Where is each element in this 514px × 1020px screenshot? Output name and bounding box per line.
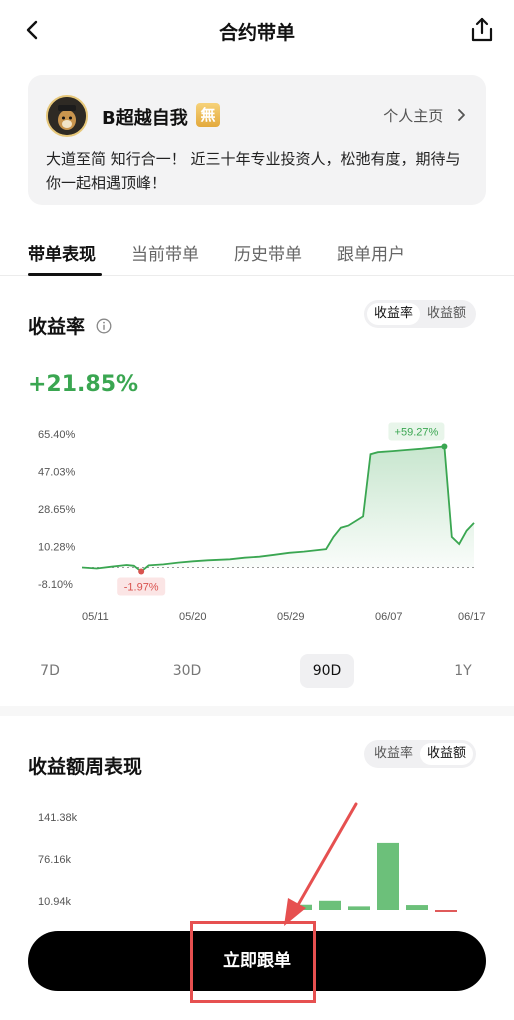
chevron-right-icon — [458, 109, 465, 121]
weekly-profit-title: 收益额周表现 — [28, 756, 143, 778]
y-tick-label: 10.28% — [38, 541, 76, 553]
homepage-link[interactable]: 个人主页 — [383, 105, 468, 126]
min-point-annotation: -1.97% — [117, 568, 166, 596]
max-point-annotation: +59.27% — [388, 422, 448, 450]
y-tick-label: 28.65% — [38, 504, 76, 516]
page-title: 合约带单 — [218, 22, 295, 44]
toggle-return-amount[interactable]: 收益额 — [420, 743, 474, 765]
avatar[interactable] — [46, 95, 88, 137]
trader-bio: 大道至简 知行合一！ 近三十年专业投资人，松弛有度，期待与你一起相遇顶峰！ — [46, 150, 461, 192]
max-point-label: +59.27% — [395, 427, 439, 439]
toggle-return-amount[interactable]: 收益额 — [420, 303, 473, 325]
y-tick-label: 65.40% — [38, 429, 76, 441]
y-tick-label: 47.03% — [38, 466, 76, 478]
x-tick-label: 06/07 — [375, 611, 403, 623]
trader-name: B超越自我 — [102, 108, 188, 129]
returns-metric-toggle: 收益率 收益额 — [364, 300, 477, 328]
trader-profile-card: B超越自我 無 个人主页 大道至简 知行合一！ 近三十年专业投资人，松弛有度，期… — [28, 75, 486, 205]
return-rate-value: +21.85% — [28, 372, 139, 397]
annotation-arrow — [284, 802, 358, 926]
period-30d[interactable]: 30D — [164, 654, 210, 688]
toggle-return-rate[interactable]: 收益率 — [367, 303, 421, 325]
section-divider — [0, 706, 514, 716]
weekly-profit-bar-chart: 141.38k 76.16k 10.94k — [38, 812, 457, 912]
weekly-metric-toggle: 收益率 收益额 — [364, 740, 477, 768]
min-point-label: -1.97% — [124, 581, 159, 593]
bar-y-tick-label: 76.16k — [38, 854, 72, 866]
tab-followers[interactable]: 跟单用户 — [337, 240, 405, 265]
tab-history-orders[interactable]: 历史带单 — [234, 240, 302, 265]
share-icon — [471, 17, 493, 42]
tab-bar: 带单表现 当前带单 历史带单 跟单用户 — [0, 228, 514, 276]
min-point-marker — [138, 568, 145, 575]
tab-current-orders[interactable]: 当前带单 — [131, 240, 199, 265]
x-tick-label: 05/11 — [82, 611, 109, 623]
returns-title: 收益率 — [28, 316, 86, 338]
max-point-marker — [441, 443, 448, 450]
period-1y[interactable]: 1Y — [446, 654, 480, 688]
x-tick-label: 05/20 — [179, 611, 207, 623]
returns-area-chart: 65.40% 47.03% 28.65% 10.28% -8.10% +59.27% -1.… — [38, 422, 486, 623]
annotation-highlight-box — [190, 921, 316, 1003]
period-90d[interactable]: 90D — [300, 654, 354, 688]
vip-badge: 無 — [196, 103, 220, 127]
tab-performance[interactable]: 带单表现 — [28, 240, 96, 265]
weekly-profit-bar — [435, 910, 457, 912]
x-tick-label: 05/29 — [277, 611, 305, 623]
info-icon[interactable] — [96, 318, 112, 334]
share-button[interactable] — [466, 14, 498, 46]
period-selector: 7D 30D 90D 1Y — [0, 654, 514, 690]
return-area-fill — [82, 446, 474, 572]
bar-y-tick-label: 10.94k — [38, 896, 72, 908]
weekly-profit-bar — [377, 842, 399, 910]
period-7d[interactable]: 7D — [30, 654, 70, 688]
x-tick-label: 06/17 — [458, 611, 486, 623]
top-bar: 合约带单 — [0, 0, 514, 62]
weekly-profit-bar — [406, 905, 428, 910]
bar-y-tick-label: 141.38k — [38, 812, 78, 824]
active-tab-indicator — [28, 273, 102, 276]
toggle-return-rate[interactable]: 收益率 — [367, 743, 420, 765]
homepage-link-label: 个人主页 — [383, 107, 444, 125]
y-tick-label: -8.10% — [38, 579, 73, 591]
